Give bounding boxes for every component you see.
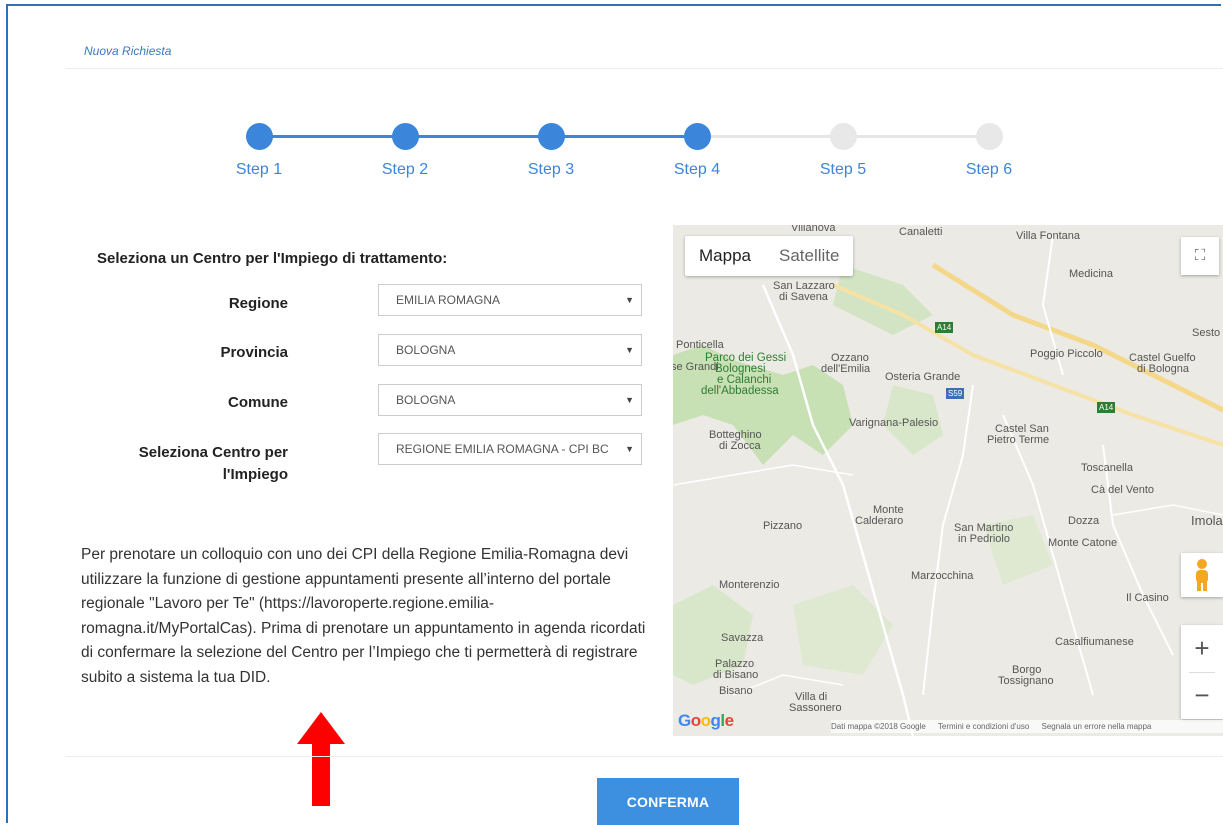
step-1-dot[interactable]: [246, 123, 273, 150]
step-3-dot[interactable]: [538, 123, 565, 150]
provincia-value: BOLOGNA: [396, 343, 456, 357]
map-place: Toscanella: [1081, 462, 1133, 474]
map-place: Marzocchina: [911, 570, 974, 582]
map-place: di Bisano: [713, 669, 759, 681]
highway-shield: A14: [935, 322, 954, 333]
centro-label-line1: Seleziona Centro per: [138, 444, 288, 461]
step-connector: [260, 135, 406, 138]
step-4-dot[interactable]: [684, 123, 711, 150]
map-data-credit: Dati mappa ©2018 Google: [831, 722, 926, 731]
map-place: Imola: [1191, 513, 1223, 528]
centro-value: REGIONE EMILIA ROMAGNA - CPI BC: [396, 442, 609, 456]
chevron-down-icon: ▼: [625, 444, 634, 454]
divider: [66, 68, 1223, 69]
divider: [66, 756, 1223, 757]
comune-select[interactable]: BOLOGNA ▼: [378, 384, 642, 416]
map-place: Ponticella: [676, 339, 724, 351]
step-2-label: Step 2: [381, 161, 429, 178]
map-place: Dozza: [1068, 515, 1100, 527]
map-place: Poggio Piccolo: [1030, 348, 1103, 360]
step-3-label: Step 3: [527, 161, 575, 178]
map-place: Sesto: [1192, 327, 1221, 339]
map-place: Tossignano: [998, 675, 1054, 687]
comune-value: BOLOGNA: [396, 393, 456, 407]
zoom-out-button[interactable]: −: [1181, 672, 1223, 719]
map-place: Canaletti: [899, 226, 943, 238]
chevron-down-icon: ▼: [625, 295, 634, 305]
highway-shield: A14: [1097, 402, 1116, 413]
map-attribution: Dati mappa ©2018 Google Termini e condiz…: [831, 720, 1223, 733]
zoom-control: + −: [1181, 625, 1223, 719]
centro-label: Seleziona Centro per l'Impiego: [139, 442, 288, 486]
chevron-down-icon: ▼: [625, 345, 634, 355]
map-place: Sassonero: [789, 702, 842, 714]
info-paragraph: Per prenotare un colloquio con uno dei C…: [81, 546, 646, 686]
pegman-icon[interactable]: [1181, 553, 1223, 597]
terms-link[interactable]: Termini e condizioni d'uso: [938, 722, 1029, 731]
map-place: in Pedriolo: [958, 533, 1010, 545]
step-connector: [552, 135, 698, 138]
map-place: di Zocca: [719, 440, 761, 452]
chevron-down-icon: ▼: [625, 395, 634, 405]
map-place: dell'Abbadessa: [701, 385, 779, 397]
step-6-label: Step 6: [965, 161, 1013, 178]
map-place: Varignana-Palesio: [849, 417, 939, 429]
form-heading: Seleziona un Centro per l'Impiego di tra…: [97, 250, 448, 267]
map-place: Monterenzio: [719, 579, 780, 591]
map-place: Bisano: [719, 685, 753, 697]
map-place: Calderaro: [855, 515, 904, 527]
map-type-satellite-button[interactable]: Satellite: [765, 236, 853, 276]
map-place: Medicina: [1069, 268, 1114, 280]
map-place: Pietro Terme: [987, 434, 1050, 446]
map-place: Casalfiumanese: [1055, 636, 1134, 648]
google-logo: Google: [678, 711, 734, 730]
stepper: Step 1 Step 2 Step 3 Step 4 Step 5 Step …: [0, 118, 1223, 198]
map-place: Osteria Grande: [885, 371, 961, 383]
step-6-dot: [976, 123, 1003, 150]
map-place: Pizzano: [763, 520, 803, 532]
map-place: Savazza: [721, 632, 764, 644]
step-5-label: Step 5: [819, 161, 867, 178]
map-place: di Savena: [779, 291, 828, 303]
arrow-up-icon: [297, 712, 345, 806]
map-place: Villa Fontana: [1016, 230, 1081, 242]
map-place: dell'Emilia: [821, 363, 871, 375]
page-title: Nuova Richiesta: [84, 44, 172, 58]
map-place: Monte Catone: [1048, 537, 1118, 549]
comune-label: Comune: [228, 394, 288, 411]
report-error-link[interactable]: Segnala un errore nella mappa: [1042, 722, 1152, 731]
map-place: Cà del Vento: [1091, 484, 1154, 496]
centro-label-line2: l'Impiego: [222, 466, 288, 483]
step-connector: [406, 135, 552, 138]
step-1-label: Step 1: [235, 161, 283, 178]
fullscreen-icon[interactable]: ⛶: [1181, 237, 1219, 275]
step-5-dot: [830, 123, 857, 150]
regione-label: Regione: [228, 295, 288, 312]
map-type-map-button[interactable]: Mappa: [685, 236, 765, 276]
road-shield: S59: [946, 388, 965, 399]
step-connector: [698, 135, 844, 138]
map-view[interactable]: Villanova Canaletti Villa Fontana Medici…: [673, 225, 1223, 736]
provincia-select[interactable]: BOLOGNA ▼: [378, 334, 642, 366]
map-type-toggle: Mappa Satellite: [685, 236, 854, 276]
zoom-in-button[interactable]: +: [1181, 625, 1223, 672]
map-terrain: [673, 225, 1223, 736]
regione-select[interactable]: EMILIA ROMAGNA ▼: [378, 284, 642, 316]
confirm-button[interactable]: CONFERMA: [597, 778, 739, 825]
step-connector: [844, 135, 990, 138]
map-place: Il Casino: [1126, 592, 1169, 604]
centro-select[interactable]: REGIONE EMILIA ROMAGNA - CPI BC ▼: [378, 433, 642, 465]
step-2-dot[interactable]: [392, 123, 419, 150]
map-place: di Bologna: [1137, 363, 1189, 375]
regione-value: EMILIA ROMAGNA: [396, 293, 501, 307]
provincia-label: Provincia: [220, 344, 288, 361]
map-place: Villanova: [791, 225, 836, 234]
step-4-label: Step 4: [673, 161, 721, 178]
